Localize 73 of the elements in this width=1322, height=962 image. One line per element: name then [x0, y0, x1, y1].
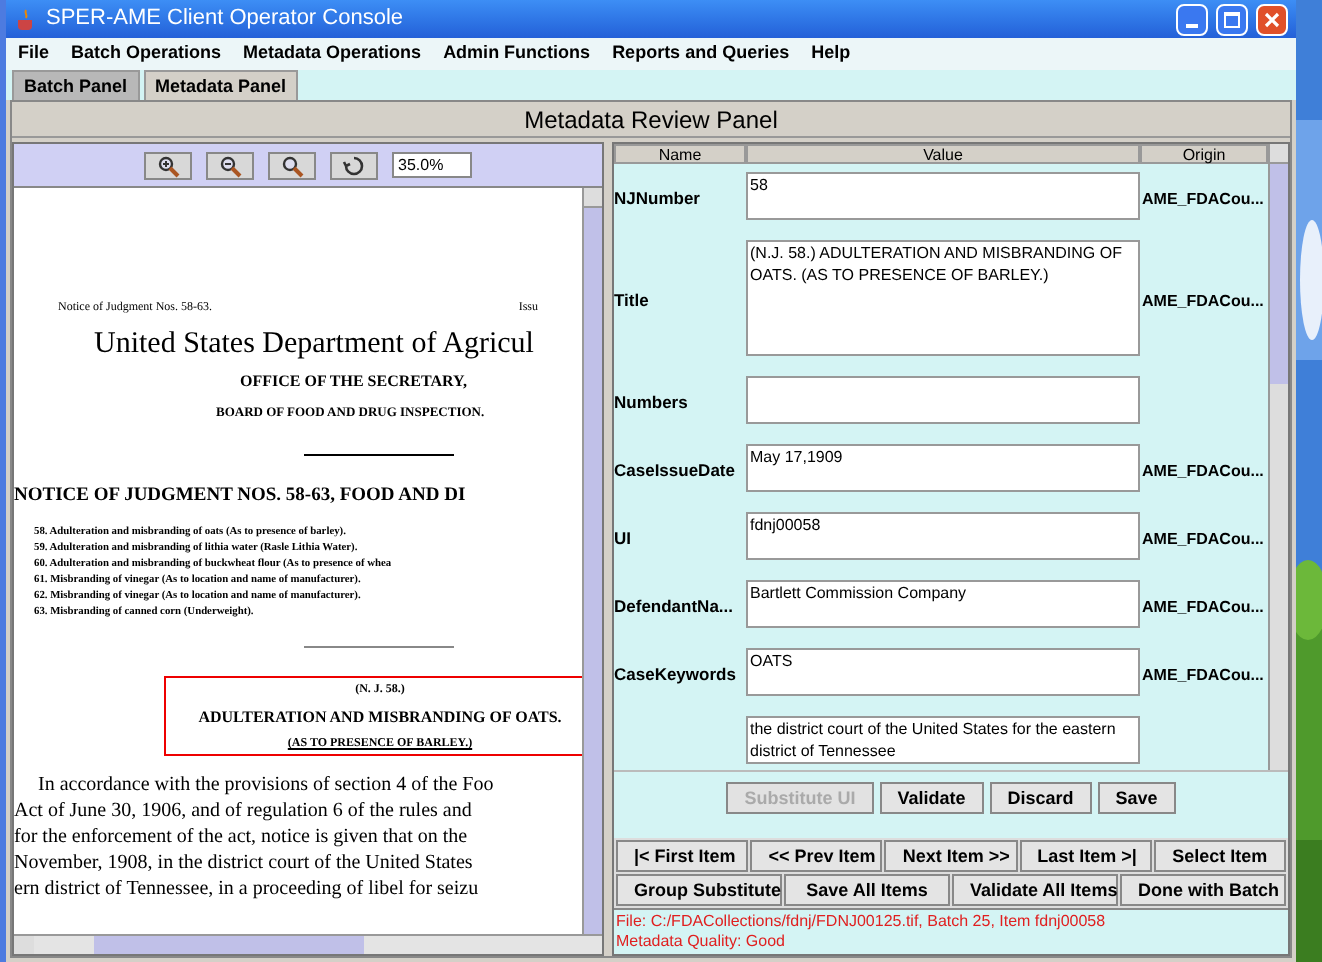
menu-item[interactable]: File	[18, 40, 50, 68]
column-header: Origin	[1140, 144, 1268, 164]
close-icon	[1264, 11, 1280, 28]
field-name: UI	[614, 528, 631, 548]
nav-button[interactable]: << Prev Item	[750, 840, 883, 872]
zoom-button[interactable]	[330, 151, 378, 179]
document-text: ern district of Tennessee, in a proceeding of libel for seizu	[14, 876, 481, 902]
origin-text: AME_FDACou...	[1142, 598, 1264, 616]
vertical-scrollbar[interactable]	[1268, 144, 1288, 770]
maximize-button[interactable]	[1216, 3, 1248, 36]
value-field[interactable]: fdnj00058	[746, 512, 1140, 560]
close-button[interactable]	[1256, 3, 1288, 36]
nav-button[interactable]: Next Item >>	[884, 840, 1018, 872]
nav-button[interactable]: |< First Item	[616, 840, 749, 872]
field-name: CaseKeywords	[614, 664, 736, 684]
menu-item[interactable]: Metadata Operations	[243, 40, 422, 68]
horizontal-scrollbar[interactable]	[14, 934, 602, 954]
origin-text: AME_FDACou...	[1142, 292, 1264, 310]
value-field[interactable]: OATS	[746, 648, 1140, 696]
window-title: SPER-AME Client Operator Console	[46, 4, 406, 35]
document-subheading: OFFICE OF THE SECRETARY,	[238, 370, 470, 394]
batch-button[interactable]: Group Substitute	[616, 874, 782, 906]
document-heading: United States Department of Agricul	[92, 326, 536, 364]
value-field[interactable]: (N.J. 58.) ADULTERATION AND MISBRANDING OF OATS. (AS TO PRESENCE OF BARLEY.)	[746, 240, 1140, 356]
case-title: ADULTERATION AND MISBRANDING OF OATS.	[198, 706, 562, 730]
nav-button[interactable]: Select Item	[1153, 840, 1286, 872]
action-button[interactable]: Validate	[879, 782, 984, 814]
document-text: Act of June 30, 1906, and of regulation 6 of the rules and	[14, 798, 474, 824]
origin-text: AME_FDACou...	[1142, 530, 1264, 548]
nav-button[interactable]: Last Item >|	[1019, 840, 1152, 872]
magnifier-icon	[156, 153, 180, 177]
menu-item[interactable]: Admin Functions	[443, 40, 591, 68]
field-name: NJNumber	[614, 188, 700, 208]
menu-item[interactable]: Reports and Queries	[612, 40, 790, 68]
value-field[interactable]: May 17,1909	[746, 444, 1140, 492]
field-name: Title	[614, 290, 649, 310]
status-text: File: C:/FDACollections/fdnj/FDNJ00125.tif, Batch 25, Item fdnj00058	[616, 912, 1108, 932]
magnifier-icon	[218, 153, 242, 177]
menu-item[interactable]: Batch Operations	[71, 40, 222, 68]
value-field[interactable]: Bartlett Commission Company	[746, 580, 1140, 628]
tab[interactable]: Metadata Panel	[143, 70, 299, 100]
status-text: Metadata Quality: Good	[616, 932, 787, 952]
value-field[interactable]	[746, 376, 1140, 424]
batch-button[interactable]: Validate All Items	[952, 874, 1118, 906]
value-field[interactable]: 58	[746, 172, 1140, 220]
origin-text: AME_FDACou...	[1142, 190, 1264, 208]
document-text: In accordance with the provisions of section 4 of the Foo	[36, 772, 496, 798]
minimize-button[interactable]	[1176, 3, 1208, 36]
field-name: Numbers	[614, 392, 688, 412]
value-field[interactable]: the district court of the United States for the eastern district of Tennessee	[746, 716, 1140, 764]
origin-text: AME_FDACou...	[1142, 462, 1264, 480]
zoom-button[interactable]	[206, 151, 254, 179]
field-name: DefendantNa...	[614, 596, 734, 616]
zoom-button[interactable]	[268, 151, 316, 179]
zoom-field[interactable]: 35.0%	[392, 152, 472, 178]
cup-icon	[14, 7, 38, 32]
document-text: for the enforcement of the act, notice is given that on the	[14, 824, 470, 850]
column-header: Value	[746, 144, 1140, 164]
action-button[interactable]: Save	[1097, 782, 1176, 814]
action-button[interactable]: Discard	[989, 782, 1092, 814]
rotate-icon	[342, 153, 366, 177]
vertical-scrollbar[interactable]	[582, 188, 602, 934]
magnifier-icon	[280, 153, 304, 177]
batch-button[interactable]: Save All Items	[784, 874, 950, 906]
batch-button[interactable]: Done with Batch	[1120, 874, 1286, 906]
zoom-button[interactable]	[144, 151, 192, 179]
tab[interactable]: Batch Panel	[12, 70, 140, 100]
document-text: November, 1908, in the district court of the United States	[14, 850, 475, 876]
menu-item[interactable]: Help	[811, 40, 851, 68]
field-name: CaseIssueDate	[614, 460, 735, 480]
document-heading: NOTICE OF JUDGMENT NOS. 58-63, FOOD AND DI	[14, 483, 468, 510]
origin-text: AME_FDACou...	[1142, 666, 1264, 684]
column-header: Name	[614, 144, 746, 164]
